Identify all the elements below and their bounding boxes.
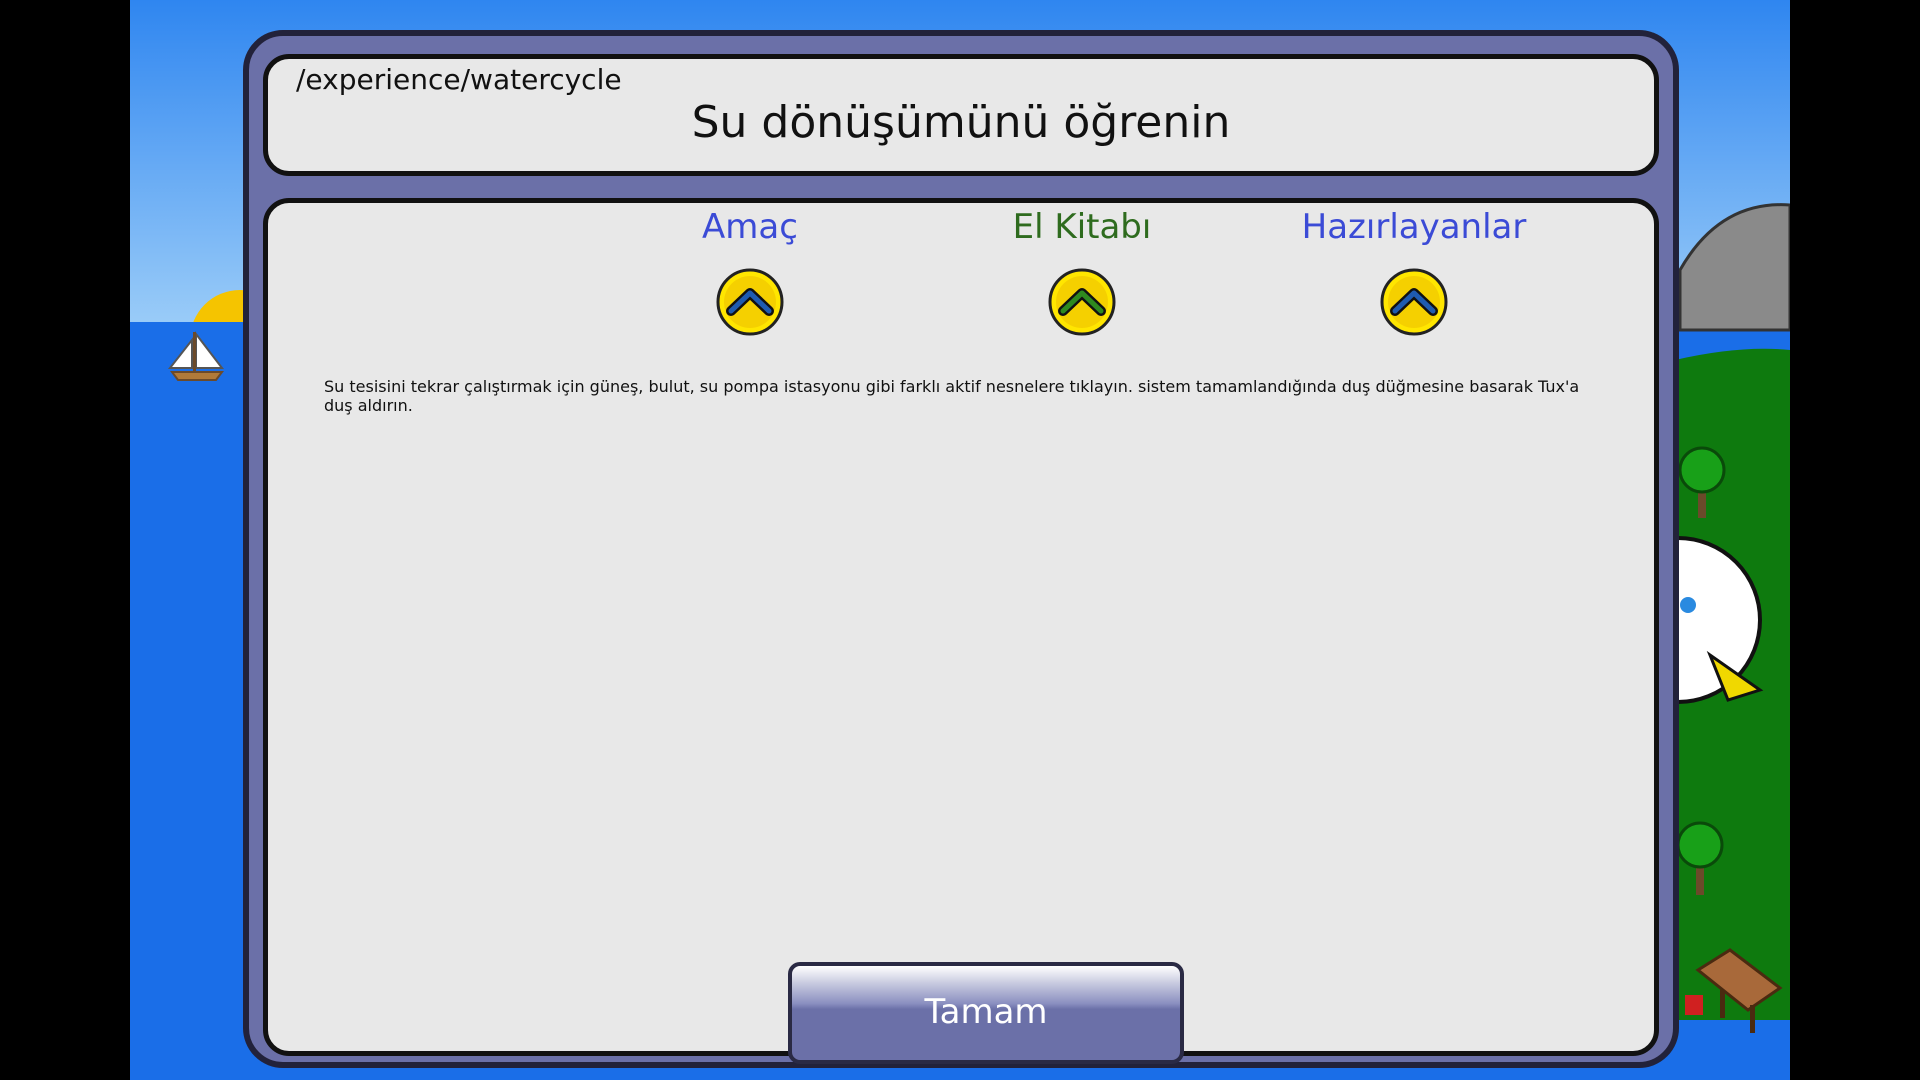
tab-manual-label: El Kitabı (1012, 207, 1152, 247)
ok-button[interactable]: Tamam (788, 962, 1184, 1064)
activity-path: /experience/watercycle (296, 63, 622, 96)
tab-credits-label: Hazırlayanlar (1301, 207, 1527, 247)
help-dialog: /experience/watercycle Su dönüşümünü öğr… (243, 30, 1679, 1068)
dialog-header: /experience/watercycle Su dönüşümünü öğr… (263, 54, 1659, 176)
chevron-up-icon[interactable] (1047, 267, 1117, 337)
ok-button-label: Tamam (924, 992, 1048, 1032)
tab-goal-label: Amaç (702, 207, 798, 247)
dialog-body: Amaç El Kitabı Hazırlayanlar Su tesisini… (263, 198, 1659, 1064)
activity-title: Su dönüşümünü öğrenin (691, 97, 1231, 148)
tab-manual[interactable]: El Kitabı (932, 207, 1232, 337)
chevron-up-icon[interactable] (1379, 267, 1449, 337)
boat (1685, 995, 1703, 1015)
game-window: /experience/watercycle Su dönüşümünü öğr… (0, 0, 1920, 1080)
chevron-up-icon[interactable] (715, 267, 785, 337)
tab-goal[interactable]: Amaç (600, 207, 900, 337)
help-description: Su tesisini tekrar çalıştırmak için güne… (324, 377, 1580, 415)
tab-credits[interactable]: Hazırlayanlar (1264, 207, 1564, 337)
